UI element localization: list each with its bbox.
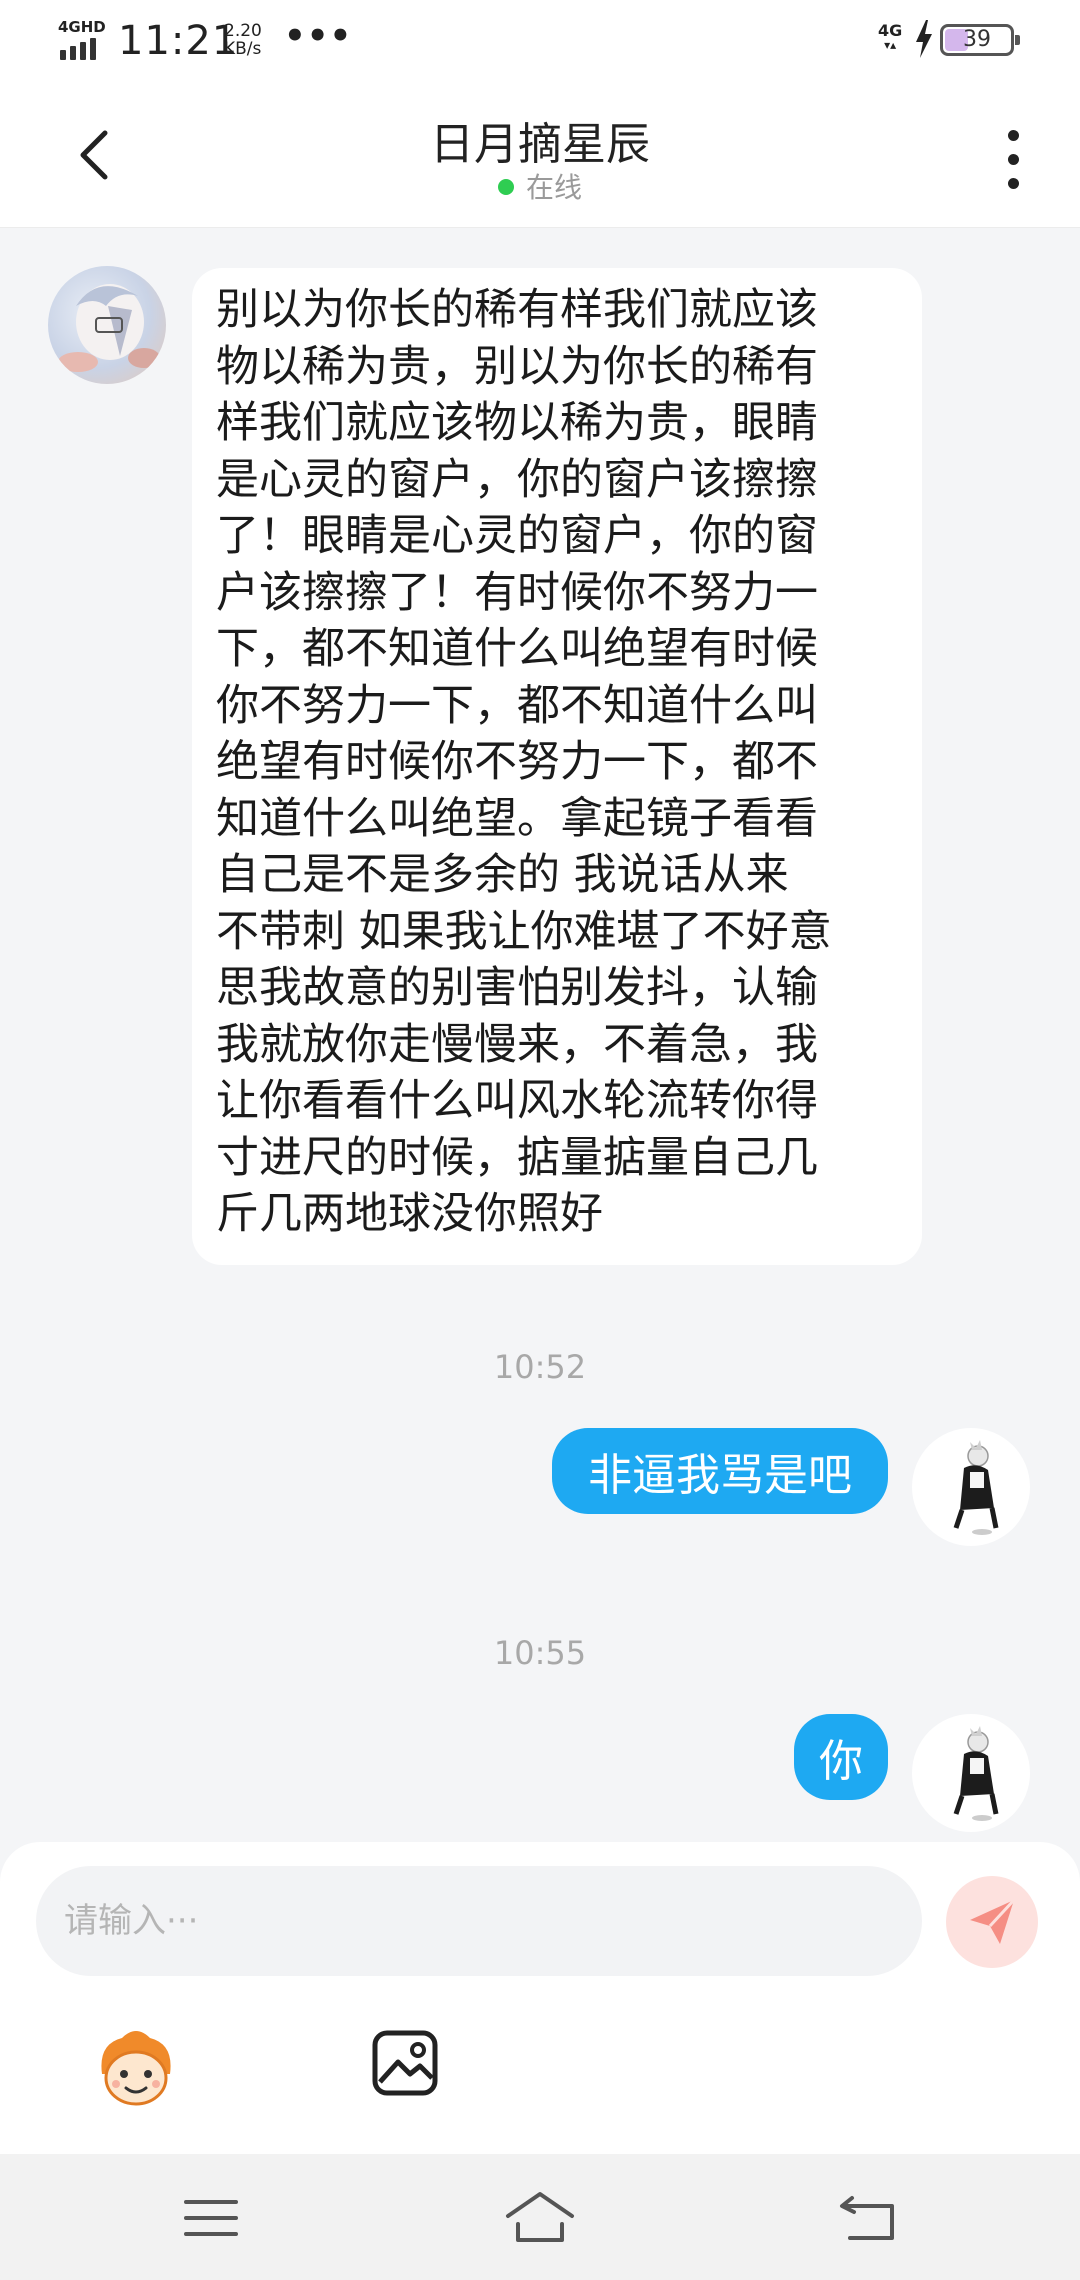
avatar-illustration [953, 1440, 999, 1535]
nav-home-button[interactable] [504, 2188, 574, 2248]
contact-avatar[interactable] [48, 266, 166, 384]
network-speed-value: 2.20 [224, 21, 262, 41]
emoji-face-icon [101, 2031, 171, 2106]
battery-icon: 39 [940, 24, 1020, 56]
back-icon [840, 2196, 894, 2240]
system-nav-bar [0, 2154, 1080, 2280]
presence-label: 在线 [525, 171, 582, 204]
avatar-illustration [58, 284, 160, 372]
image-icon [372, 2030, 438, 2096]
battery-level: 39 [963, 27, 991, 52]
status-more-indicator: ••• [284, 16, 353, 56]
status-time: 11:21 [118, 18, 239, 64]
nav-menu-button[interactable] [176, 2188, 246, 2248]
chat-header: 日月摘星辰 在线 [0, 84, 1080, 228]
more-options-button[interactable] [994, 124, 1034, 194]
status-bar: 4GHD 11:21 2.20 KB/s ••• 4G ▾▴ 39 [0, 0, 1080, 84]
outgoing-message-bubble[interactable]: 非逼我骂是吧 [552, 1428, 888, 1514]
online-dot-icon [497, 179, 514, 195]
charging-icon [916, 20, 932, 58]
composer-panel [0, 1842, 1080, 2154]
network-speed-unit: KB/s [224, 39, 262, 59]
my-avatar[interactable] [912, 1714, 1030, 1832]
emoji-button[interactable] [92, 2024, 180, 2112]
mobile-network-type: 4G [878, 21, 903, 40]
incoming-message-bubble[interactable]: 别以为你长的稀有样我们就应该 物以稀为贵，别以为你长的稀有 样我们就应该物以稀为… [192, 268, 922, 1265]
network-type: 4GHD [58, 18, 106, 36]
menu-icon [184, 2200, 238, 2236]
presence-status: 在线 [0, 166, 1080, 206]
outgoing-message-bubble[interactable]: 你 [794, 1714, 888, 1800]
image-picker-button[interactable] [370, 2028, 440, 2098]
avatar-illustration [953, 1726, 999, 1821]
nav-back-button[interactable] [834, 2188, 904, 2248]
send-icon [970, 1898, 1016, 1944]
network-speed: 2.20 KB/s [224, 22, 262, 58]
message-list[interactable]: 别以为你长的稀有样我们就应该 物以稀为贵，别以为你长的稀有 样我们就应该物以稀为… [0, 228, 1080, 1842]
contact-name: 日月摘星辰 [430, 119, 650, 170]
send-button[interactable] [946, 1876, 1038, 1968]
mobile-data-indicator: 4G ▾▴ [878, 21, 903, 53]
signal-icon: 4GHD [58, 18, 108, 60]
my-avatar[interactable] [912, 1428, 1030, 1546]
home-icon [506, 2192, 574, 2242]
message-timestamp: 10:55 [493, 1634, 587, 1672]
message-timestamp: 10:52 [493, 1348, 587, 1386]
message-input[interactable] [36, 1866, 922, 1976]
